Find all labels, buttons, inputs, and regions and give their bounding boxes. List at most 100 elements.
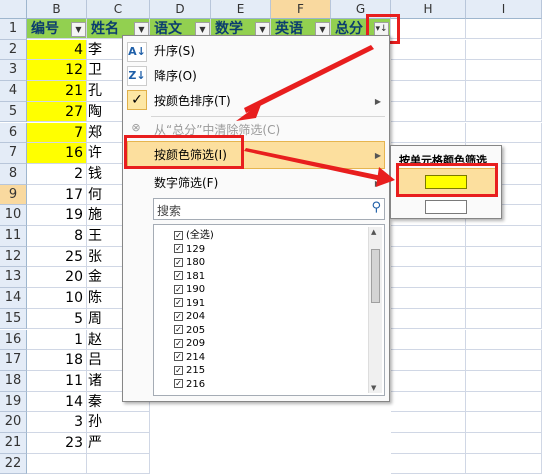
select-all-corner[interactable] [0,0,27,19]
cell-id[interactable]: 21 [27,81,87,102]
cell-id[interactable]: 3 [27,412,87,433]
row-header-2[interactable]: 2 [0,39,27,61]
row-header-13[interactable]: 13 [0,267,27,289]
row-header-10[interactable]: 10 [0,205,27,226]
cell-id[interactable] [27,453,87,474]
cell-empty-i[interactable] [466,246,542,268]
row-header-20[interactable]: 20 [0,412,27,433]
row-header-14[interactable]: 14 [0,288,27,309]
checklist-item[interactable]: ✓ 181 [174,270,205,284]
cell-empty-h[interactable] [391,350,466,371]
cell-empty-i[interactable] [466,308,542,330]
row-header-18[interactable]: 18 [0,370,27,392]
checklist-item[interactable]: ✓ 209 [174,337,205,351]
cell-empty-i[interactable] [466,433,542,454]
cell-empty-i[interactable] [466,412,542,433]
cell-id[interactable]: 17 [27,184,87,206]
cell-empty-h[interactable] [391,433,466,454]
row-header-21[interactable]: 21 [0,433,27,454]
checkbox-checked-icon[interactable]: ✓ [174,271,183,280]
cell-empty-h[interactable] [391,226,466,247]
cell-empty-i[interactable] [466,226,542,247]
cell-id[interactable]: 11 [27,370,87,392]
scroll-down-icon[interactable]: ▼ [371,384,376,392]
row-header-15[interactable]: 15 [0,308,27,330]
row-header-16[interactable]: 16 [0,329,27,351]
cell-empty-h[interactable] [391,370,466,392]
checkbox-checked-icon[interactable]: ✓ [174,365,183,375]
column-header-b[interactable]: B [27,0,87,19]
cell-empty-i[interactable] [466,329,542,351]
checklist-item[interactable]: ✓ 190 [174,283,205,297]
filter-dropdown-id[interactable]: ▼ [71,22,86,37]
row-header-17[interactable]: 17 [0,350,27,371]
row-header-22[interactable]: 22 [0,453,27,474]
column-header-c[interactable]: C [87,0,150,19]
cell-empty-h[interactable] [391,453,466,474]
header-cell-h1[interactable] [391,19,466,39]
cell-empty-i[interactable] [466,101,542,123]
cell-id[interactable]: 25 [27,246,87,268]
cell-empty-h[interactable] [391,101,466,123]
cell-empty-i[interactable] [466,39,542,61]
cell-empty-h[interactable] [391,81,466,102]
checklist-item[interactable]: ✓ 214 [174,351,205,365]
scroll-thumb[interactable] [371,249,380,303]
cell-id[interactable]: 12 [27,60,87,82]
row-header-11[interactable]: 11 [0,226,27,247]
checkbox-checked-icon[interactable]: ✓ [174,230,183,240]
cell-id[interactable]: 10 [27,288,87,309]
scroll-up-icon[interactable]: ▲ [371,228,376,236]
checklist-item[interactable]: ✓ 191 [174,297,205,311]
checklist-scrollbar[interactable]: ▲ ▼ [368,227,382,393]
cell-id[interactable]: 1 [27,329,87,351]
cell-empty-i[interactable] [466,453,542,474]
cell-id[interactable]: 7 [27,122,87,144]
checklist-item[interactable]: ✓ 204 [174,310,205,324]
search-input[interactable]: 搜索 ⚲ [153,198,385,220]
cell-id[interactable]: 16 [27,143,87,164]
checklist-item[interactable]: ✓ 180 [174,256,205,270]
checklist-item[interactable]: ✓ 205 [174,324,205,338]
cell-empty-h[interactable] [391,329,466,351]
cell-id[interactable]: 4 [27,39,87,61]
checkbox-checked-icon[interactable]: ✓ [174,257,183,267]
checkbox-checked-icon[interactable]: ✓ [174,338,183,348]
checkbox-checked-icon[interactable]: ✓ [174,325,183,334]
cell-id[interactable]: 27 [27,101,87,123]
row-header-4[interactable]: 4 [0,81,27,102]
checklist-item[interactable]: ✓ 129 [174,243,205,257]
checklist-box[interactable]: ✓ (全选) ✓ 129 ✓ 180 ✓ 181 ✓ 190 ✓ 191 ✓ 204 ✓ 205 ✓ 209 ✓ 21… [153,224,385,396]
cell-empty-i[interactable] [466,60,542,82]
cell-empty-h[interactable] [391,60,466,82]
checkbox-checked-icon[interactable]: ✓ [174,298,183,307]
cell-empty-h[interactable] [391,267,466,289]
checklist-item[interactable]: ✓ (全选) [174,229,214,243]
cell-empty-i[interactable] [466,122,542,144]
color-swatch-white[interactable] [425,200,467,214]
checkbox-checked-icon[interactable]: ✓ [174,284,183,294]
menu-item-sort-descending[interactable]: 降序(O) [154,66,197,86]
checkbox-checked-icon[interactable]: ✓ [174,379,183,388]
header-cell-i1[interactable] [466,19,542,39]
cell-empty-i[interactable] [466,350,542,371]
checkbox-checked-icon[interactable]: ✓ [174,244,183,253]
row-header-1[interactable]: 1 [0,19,27,40]
cell-empty-h[interactable] [391,122,466,144]
row-header-7[interactable]: 7 [0,143,27,164]
cell-empty-i[interactable] [466,267,542,289]
checklist-item[interactable]: ✓ 215 [174,364,205,378]
cell-id[interactable]: 8 [27,226,87,247]
cell-empty-h[interactable] [391,39,466,61]
column-header-h[interactable]: H [391,0,466,19]
column-header-d[interactable]: D [150,0,211,19]
cell-id[interactable]: 5 [27,308,87,330]
cell-name[interactable]: 孙 [87,412,150,433]
cell-id[interactable]: 18 [27,350,87,371]
menu-item-number-filter[interactable]: 数字筛选(F) [154,173,218,193]
cell-empty-h[interactable] [391,412,466,433]
cell-id[interactable]: 19 [27,205,87,226]
cell-empty-h[interactable] [391,288,466,309]
cell-empty-i[interactable] [466,81,542,102]
cell-empty-i[interactable] [466,288,542,309]
